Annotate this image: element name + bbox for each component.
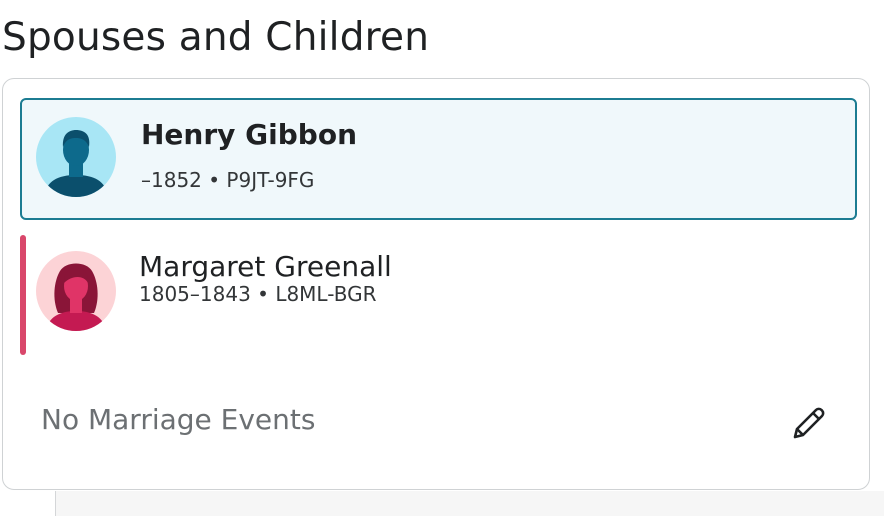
- pencil-icon: [793, 407, 825, 439]
- husband-details: –1852 • P9JT-9FG: [141, 166, 314, 194]
- marriage-events-text: No Marriage Events: [41, 403, 316, 436]
- children-panel-edge: [55, 491, 884, 516]
- wife-lifespan: 1805–1843: [139, 282, 251, 306]
- wife-pid: L8ML-BGR: [275, 282, 377, 306]
- wife-person-row[interactable]: Margaret Greenall 1805–1843 • L8ML-BGR: [20, 235, 857, 357]
- husband-pid: P9JT-9FG: [226, 168, 315, 192]
- separator-dot: •: [257, 282, 269, 306]
- edit-marriage-button[interactable]: [785, 399, 833, 447]
- female-avatar-icon: [36, 251, 116, 331]
- husband-name[interactable]: Henry Gibbon: [141, 117, 357, 153]
- husband-person-row[interactable]: Henry Gibbon –1852 • P9JT-9FG: [20, 98, 857, 220]
- couple-card: Henry Gibbon –1852 • P9JT-9FG Margaret G: [2, 78, 870, 490]
- male-avatar-icon: [36, 117, 116, 197]
- separator-dot: •: [208, 168, 221, 192]
- female-sex-indicator: [20, 235, 26, 355]
- husband-lifespan: –1852: [141, 168, 202, 192]
- section-title: Spouses and Children: [2, 15, 430, 60]
- spouses-and-children-page: Spouses and Children Henry Gibbon –1852 …: [0, 0, 884, 516]
- wife-details: 1805–1843 • L8ML-BGR: [139, 280, 377, 308]
